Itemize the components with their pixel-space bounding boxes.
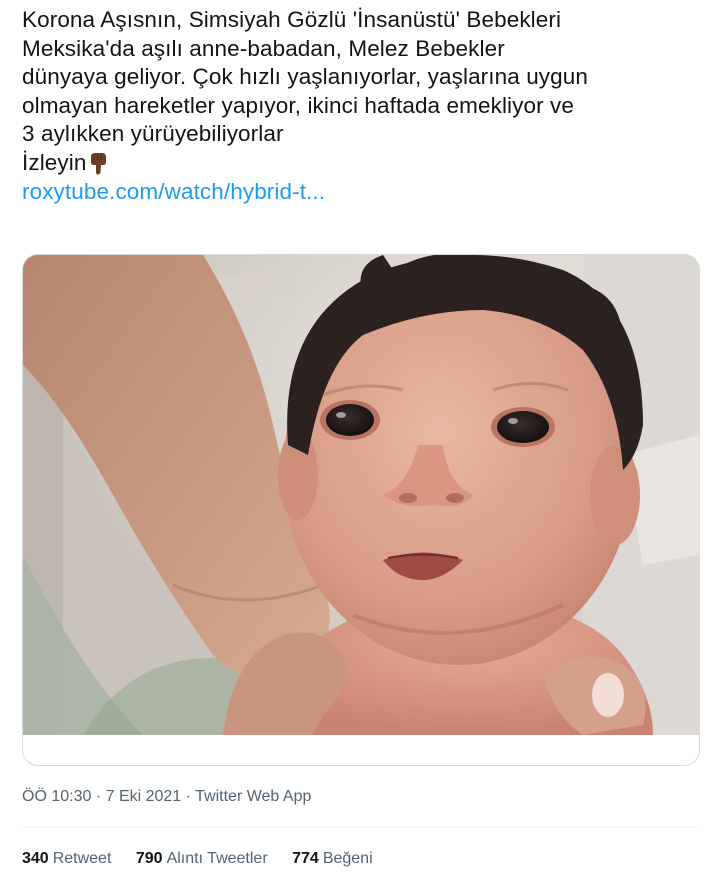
meta-separator: · (185, 788, 191, 805)
pointing-down-hand-icon (91, 152, 107, 174)
quote-tweet-label: Alıntı Tweetler (166, 850, 268, 867)
tweet-meta: ÖÖ 10:30 · 7 Eki 2021 · Twitter Web App (22, 788, 311, 806)
retweet-label: Retweet (52, 850, 112, 867)
like-count: 774 (292, 850, 319, 867)
like-label: Beğeni (322, 850, 373, 867)
retweet-count: 340 (22, 850, 49, 867)
tweet-date[interactable]: 7 Eki 2021 (106, 788, 182, 805)
tweet-text-line: Korona Aşısnın, Simsiyah Gözlü 'İnsanüst… (22, 7, 562, 32)
cta-text: İzleyin (22, 149, 87, 175)
tweet-text: Korona Aşısnın, Simsiyah Gözlü 'İnsanüst… (22, 6, 702, 207)
tweet-cta-line: İzleyin (22, 149, 702, 178)
quote-tweet-stat[interactable]: 790 Alıntı Tweetler (136, 850, 268, 868)
media-card[interactable] (22, 254, 700, 766)
like-stat[interactable]: 774 Beğeni (292, 850, 373, 868)
tweet-card: Korona Aşısnın, Simsiyah Gözlü 'İnsanüst… (0, 0, 720, 890)
tweet-link[interactable]: roxytube.com/watch/hybrid-t... (22, 178, 702, 207)
divider (22, 827, 698, 828)
tweet-text-line: 3 aylıkken yürüyebiliyorlar (22, 121, 284, 146)
baby-photo[interactable] (23, 255, 699, 735)
tweet-text-line: olmayan hareketler yapıyor, ikinci hafta… (22, 92, 575, 118)
tweet-time[interactable]: ÖÖ 10:30 (22, 788, 91, 805)
tweet-stats: 340 Retweet 790 Alıntı Tweetler 774 Beğeni (22, 850, 393, 868)
retweet-stat[interactable]: 340 Retweet (22, 850, 111, 868)
quote-tweet-count: 790 (135, 850, 163, 867)
tweet-source[interactable]: Twitter Web App (195, 788, 311, 805)
tweet-text-line: dünyaya geliyor. Çok hızlı yaşlanıyorlar… (22, 64, 589, 89)
tweet-text-line: Meksika'da aşılı anne-babadan, Melez Beb… (22, 35, 505, 61)
meta-separator: · (95, 788, 102, 805)
